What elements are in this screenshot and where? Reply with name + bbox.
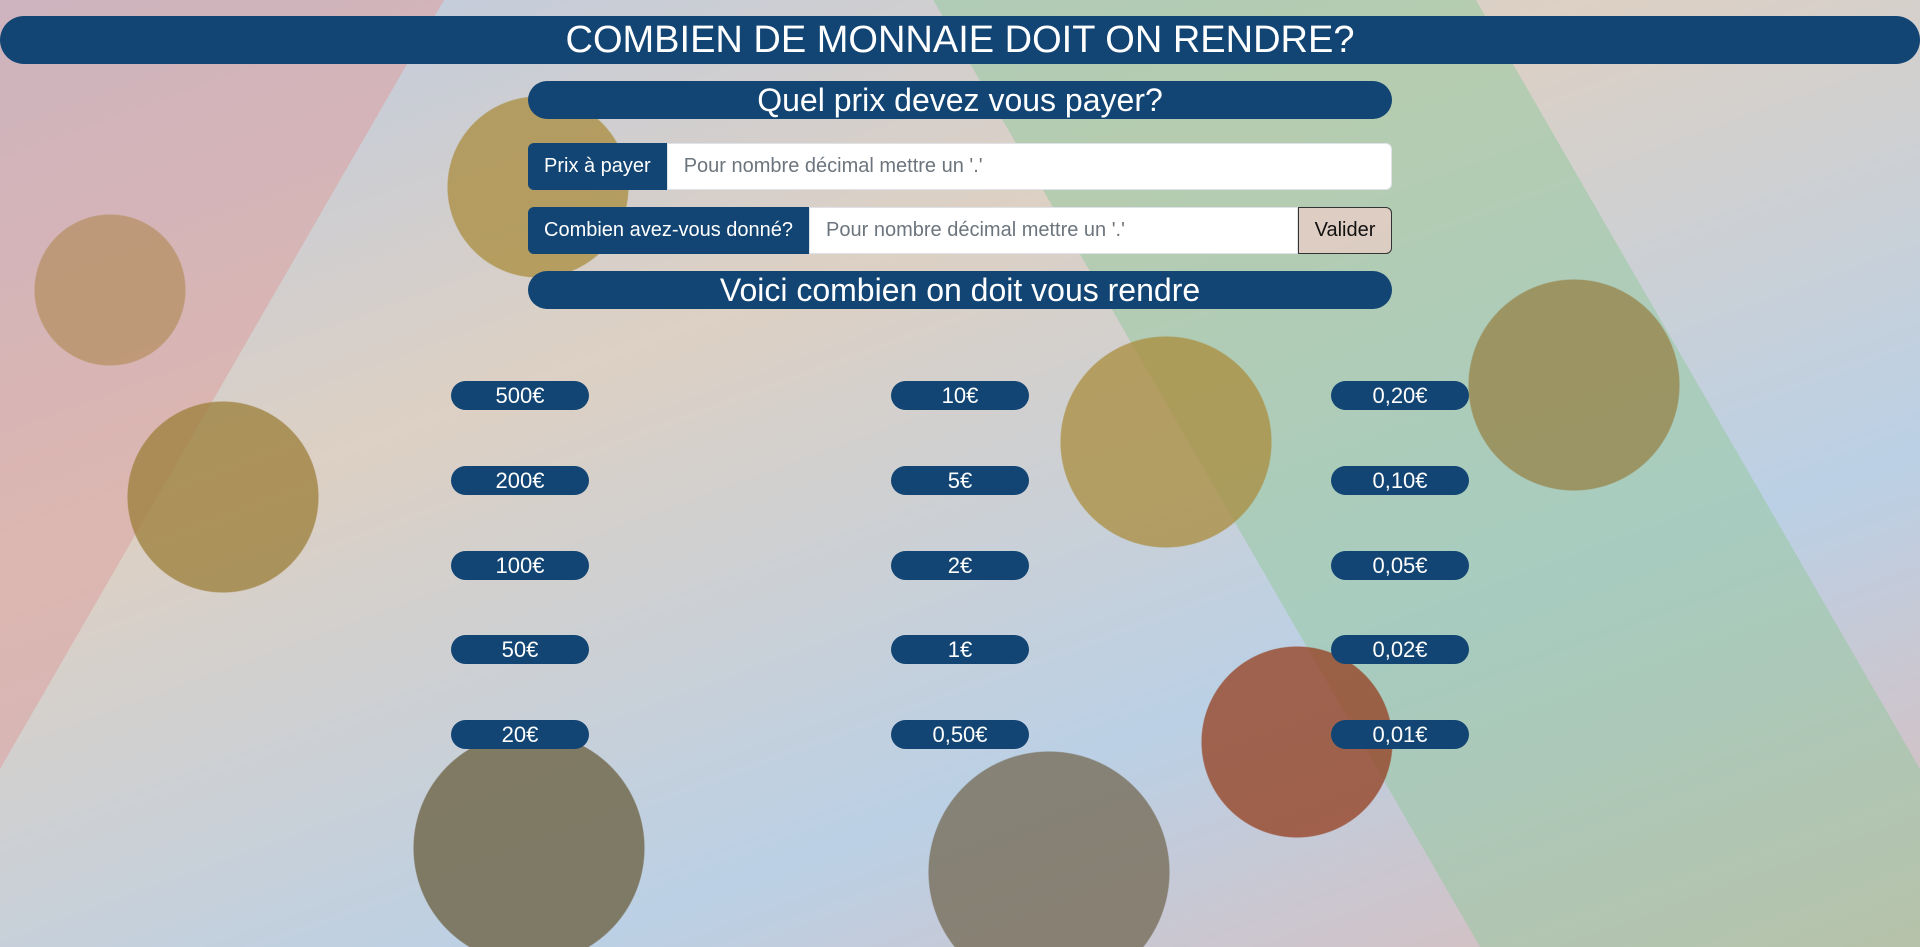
denomination-2-euro: 2€: [891, 551, 1029, 580]
denomination-100-euro: 100€: [451, 551, 589, 580]
denomination-5-euro: 5€: [891, 466, 1029, 495]
denomination-10-euro: 10€: [891, 381, 1029, 410]
denomination-2-cent: 0,02€: [1331, 635, 1469, 664]
denomination-10-cent: 0,10€: [1331, 466, 1469, 495]
denomination-5-cent: 0,05€: [1331, 551, 1469, 580]
denomination-20-cent: 0,20€: [1331, 381, 1469, 410]
price-input[interactable]: [666, 143, 1392, 190]
page-title: COMBIEN DE MONNAIE DOIT ON RENDRE?: [0, 16, 1920, 64]
validate-button[interactable]: Valider: [1298, 207, 1392, 254]
price-input-group: Prix à payer: [528, 143, 1392, 190]
denomination-50-euro: 50€: [451, 635, 589, 664]
result-section-heading: Voici combien on doit vous rendre: [528, 271, 1392, 309]
denomination-20-euro: 20€: [451, 720, 589, 749]
given-input-group: Combien avez-vous donné? Valider: [528, 207, 1392, 254]
price-label: Prix à payer: [528, 143, 667, 190]
price-section-heading: Quel prix devez vous payer?: [528, 81, 1392, 119]
given-input[interactable]: [809, 207, 1298, 254]
denomination-1-euro: 1€: [891, 635, 1029, 664]
denomination-1-cent: 0,01€: [1331, 720, 1469, 749]
denomination-200-euro: 200€: [451, 466, 589, 495]
denomination-500-euro: 500€: [451, 381, 589, 410]
denomination-50-cent: 0,50€: [891, 720, 1029, 749]
given-label: Combien avez-vous donné?: [528, 207, 810, 254]
